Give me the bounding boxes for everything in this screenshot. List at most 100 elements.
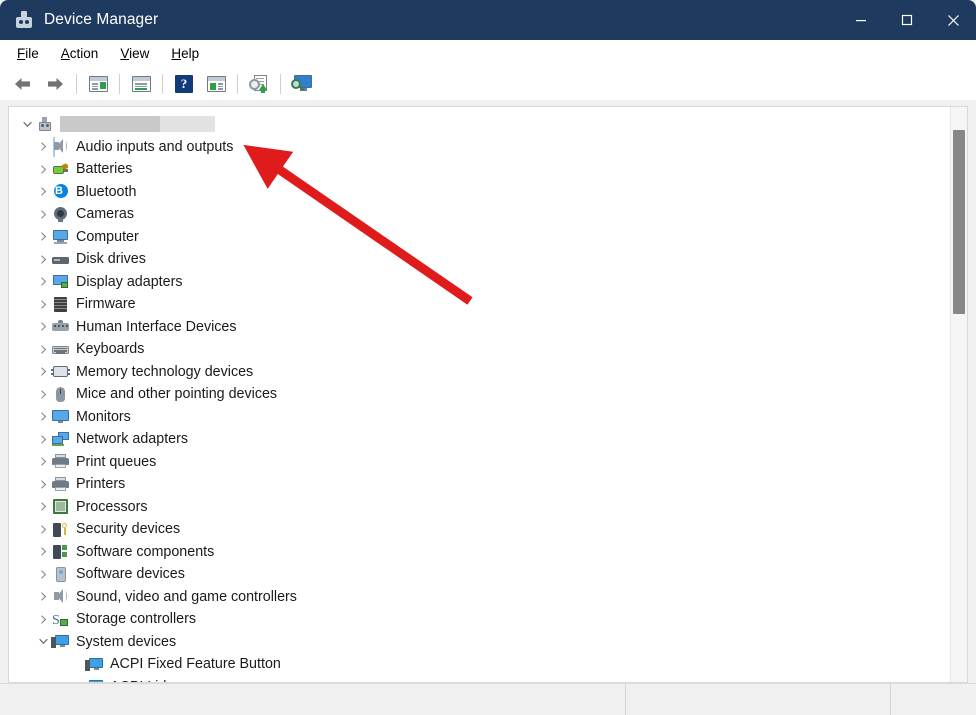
chevron-right-icon[interactable] xyxy=(35,293,51,316)
chevron-right-icon[interactable] xyxy=(35,316,51,339)
tree-item-label: Software devices xyxy=(76,566,185,582)
speaker-icon xyxy=(51,588,70,605)
back-arrow-icon xyxy=(15,77,30,90)
tree-item-processors[interactable]: Processors xyxy=(9,496,950,519)
toolbar-separator xyxy=(237,73,238,94)
chevron-down-icon[interactable] xyxy=(19,113,35,136)
tree-item-print-queues[interactable]: Print queues xyxy=(9,451,950,474)
tree-root-node[interactable] xyxy=(9,113,950,136)
hid-icon xyxy=(51,318,70,335)
properties-button[interactable] xyxy=(126,71,156,97)
show-hide-console-tree-button[interactable] xyxy=(83,71,113,97)
minimize-button[interactable] xyxy=(838,0,884,40)
update-driver-button[interactable] xyxy=(201,71,231,97)
window-controls xyxy=(838,0,976,40)
chevron-right-icon[interactable] xyxy=(35,181,51,204)
chevron-right-icon[interactable] xyxy=(35,496,51,519)
toolbar-separator xyxy=(280,73,281,94)
tree-item-human-interface-devices[interactable]: Human Interface Devices xyxy=(9,316,950,339)
chevron-right-icon[interactable] xyxy=(35,541,51,564)
tree-item-system-devices[interactable]: System devices xyxy=(9,631,950,654)
add-legacy-hardware-icon xyxy=(291,74,313,93)
chevron-right-icon[interactable] xyxy=(35,383,51,406)
system-device-icon xyxy=(85,678,104,682)
tree-item-security-devices[interactable]: Security devices xyxy=(9,518,950,541)
close-button[interactable] xyxy=(930,0,976,40)
tree-item-label: Sound, video and game controllers xyxy=(76,588,297,605)
tree-item-printers[interactable]: Printers xyxy=(9,473,950,496)
tree-item-label: Cameras xyxy=(76,206,134,222)
forward-arrow-icon xyxy=(48,77,63,90)
chevron-right-icon[interactable] xyxy=(35,586,51,609)
back-button[interactable] xyxy=(8,71,38,97)
tree-vertical-scrollbar[interactable] xyxy=(950,107,967,682)
software-component-icon xyxy=(51,543,70,560)
tree-item-network-adapters[interactable]: Network adapters xyxy=(9,428,950,451)
tree-item-audio-inputs-and-outputs[interactable]: Audio inputs and outputs xyxy=(9,136,950,159)
tree-item-bluetooth[interactable]: B Bluetooth xyxy=(9,181,950,204)
chevron-right-icon[interactable] xyxy=(35,158,51,181)
chevron-right-icon[interactable] xyxy=(35,563,51,586)
add-legacy-hardware-button[interactable] xyxy=(287,71,317,97)
scan-view-icon xyxy=(206,75,226,92)
chevron-right-icon[interactable] xyxy=(35,406,51,429)
tree-item-label: Disk drives xyxy=(76,251,146,267)
chevron-right-icon[interactable] xyxy=(35,226,51,249)
software-device-icon xyxy=(51,566,70,583)
tree-item-sound-video-and-game-controllers[interactable]: Sound, video and game controllers xyxy=(9,586,950,609)
menu-file[interactable]: File xyxy=(6,43,50,64)
tree-item-label: Memory technology devices xyxy=(76,363,254,380)
tree-item-label: Print queues xyxy=(76,453,157,470)
chevron-right-icon[interactable] xyxy=(35,203,51,226)
tree-item-computer[interactable]: Computer xyxy=(9,226,950,249)
chevron-right-icon[interactable] xyxy=(35,451,51,474)
help-button[interactable]: ? xyxy=(169,71,199,97)
tree-item-acpi-lid[interactable]: ACPI Lid xyxy=(9,676,950,682)
tree-item-batteries[interactable]: Batteries xyxy=(9,158,950,181)
tree-item-label: Processors xyxy=(76,498,148,515)
tree-item-disk-drives[interactable]: Disk drives xyxy=(9,248,950,271)
maximize-button[interactable] xyxy=(884,0,930,40)
device-tree[interactable]: Audio inputs and outputs Batteries B Blueto… xyxy=(9,107,950,682)
forward-button[interactable] xyxy=(40,71,70,97)
tree-item-keyboards[interactable]: Keyboards xyxy=(9,338,950,361)
system-device-icon xyxy=(51,633,70,650)
chevron-right-icon[interactable] xyxy=(35,428,51,451)
scan-hardware-changes-button[interactable] xyxy=(244,71,274,97)
menu-help[interactable]: Help xyxy=(160,43,210,64)
chevron-right-icon[interactable] xyxy=(35,338,51,361)
processor-icon xyxy=(51,498,70,515)
tree-indent-spacer xyxy=(69,653,85,676)
tree-item-memory-technology-devices[interactable]: Memory technology devices xyxy=(9,361,950,384)
tree-item-acpi-fixed-feature-button[interactable]: ACPI Fixed Feature Button xyxy=(9,653,950,676)
chevron-right-icon[interactable] xyxy=(35,473,51,496)
disk-drive-icon xyxy=(51,251,70,268)
menu-view[interactable]: View xyxy=(109,43,160,64)
menu-action[interactable]: Action xyxy=(50,43,110,64)
tree-item-firmware[interactable]: Firmware xyxy=(9,293,950,316)
chevron-right-icon[interactable] xyxy=(35,136,51,159)
chevron-right-icon[interactable] xyxy=(35,361,51,384)
tree-item-cameras[interactable]: Cameras xyxy=(9,203,950,226)
chevron-right-icon[interactable] xyxy=(35,271,51,294)
tree-item-label: Mice and other pointing devices xyxy=(76,386,278,402)
tree-item-software-devices[interactable]: Software devices xyxy=(9,563,950,586)
tree-item-label: Security devices xyxy=(76,521,181,537)
computer-icon xyxy=(51,228,70,245)
firmware-icon xyxy=(51,296,70,313)
tree-item-display-adapters[interactable]: Display adapters xyxy=(9,271,950,294)
status-bar xyxy=(0,683,976,715)
mouse-icon xyxy=(51,386,70,403)
chevron-right-icon[interactable] xyxy=(35,518,51,541)
scrollbar-thumb[interactable] xyxy=(953,130,965,314)
chevron-right-icon[interactable] xyxy=(35,608,51,631)
tree-root-label-redacted xyxy=(60,113,215,136)
tree-item-mice-and-other-pointing-devices[interactable]: Mice and other pointing devices xyxy=(9,383,950,406)
chevron-right-icon[interactable] xyxy=(35,248,51,271)
tree-item-software-components[interactable]: Software components xyxy=(9,541,950,564)
tree-item-storage-controllers[interactable]: S Storage controllers xyxy=(9,608,950,631)
chevron-down-icon[interactable] xyxy=(35,631,51,654)
tree-item-label: Monitors xyxy=(76,408,131,425)
tree-item-monitors[interactable]: Monitors xyxy=(9,406,950,429)
tree-item-label: Keyboards xyxy=(76,341,145,357)
